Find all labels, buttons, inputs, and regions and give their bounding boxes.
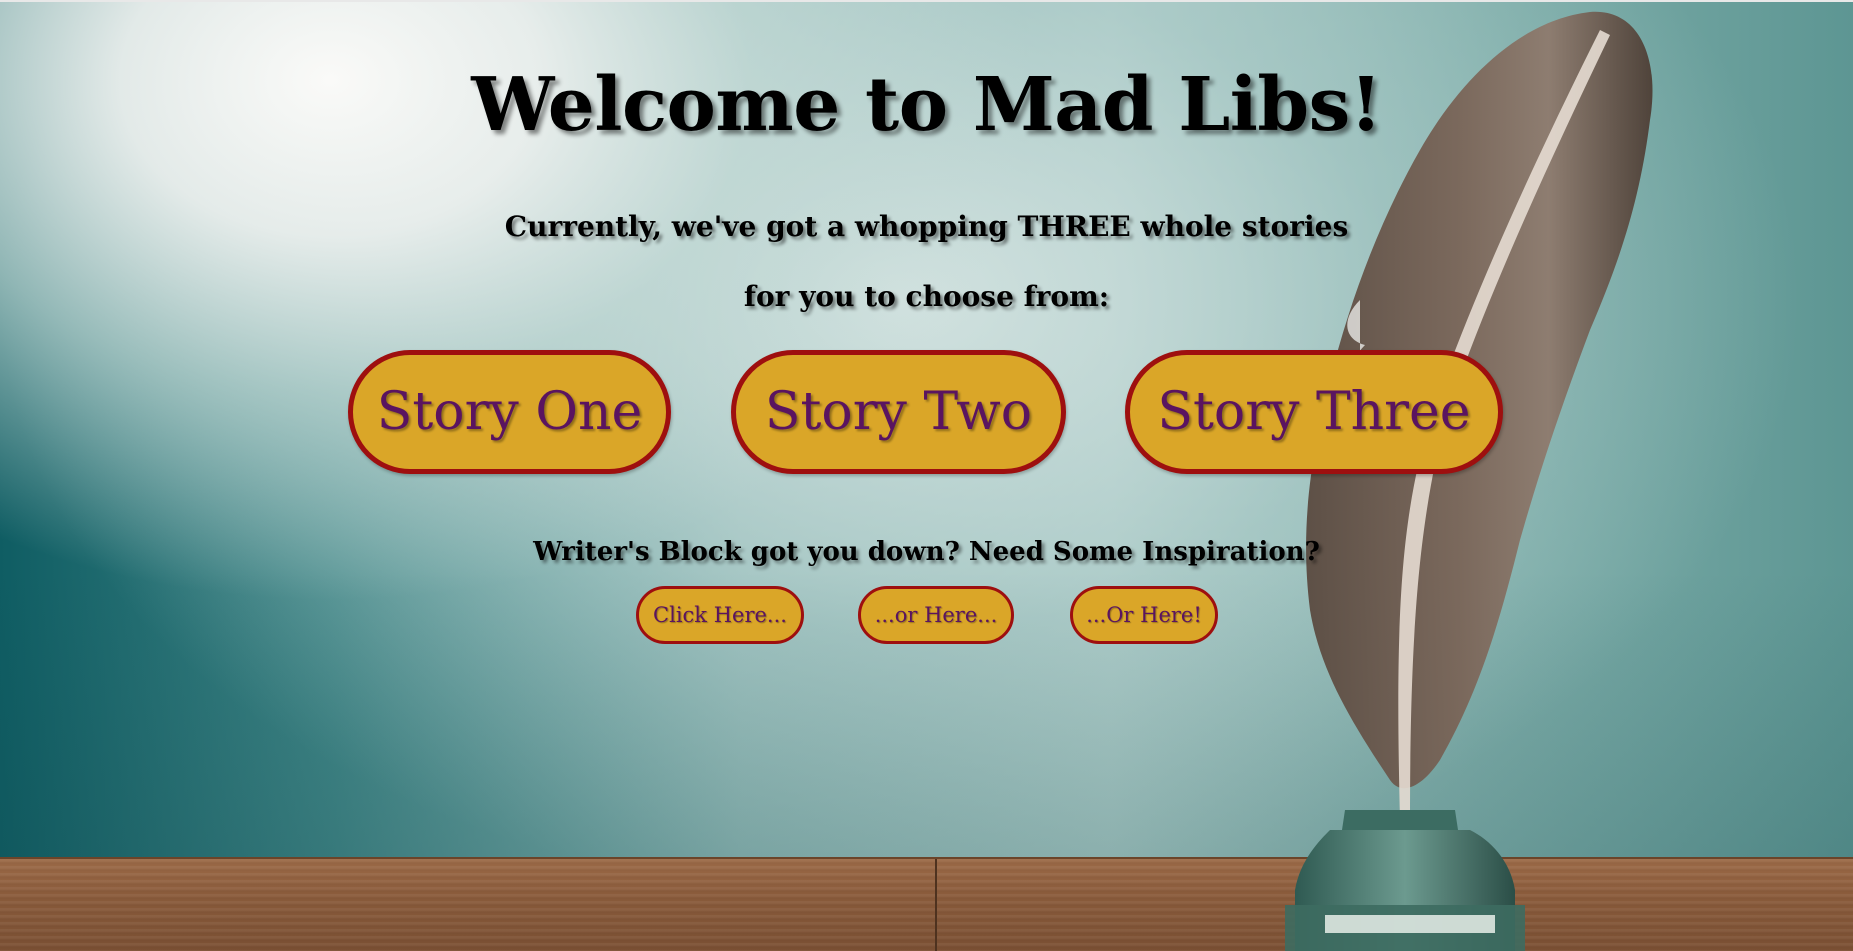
table-seam [935, 859, 937, 951]
wooden-table [0, 857, 1853, 951]
story-one-button[interactable]: Story One [348, 350, 671, 474]
top-border [0, 0, 1853, 2]
inspiration-link-three-button[interactable]: ...Or Here! [1070, 586, 1218, 644]
page-title: Welcome to Mad Libs! [471, 62, 1382, 148]
subtitle-line-2: for you to choose from: [743, 280, 1110, 313]
inspiration-link-two-button[interactable]: ...or Here... [858, 586, 1014, 644]
story-two-button[interactable]: Story Two [731, 350, 1066, 474]
wood-grain [0, 859, 1853, 951]
story-three-button[interactable]: Story Three [1125, 350, 1503, 474]
inspiration-link-one-button[interactable]: Click Here... [636, 586, 804, 644]
subtitle-line-1: Currently, we've got a whopping THREE wh… [504, 210, 1349, 243]
inspiration-prompt: Writer's Block got you down? Need Some I… [533, 537, 1320, 567]
